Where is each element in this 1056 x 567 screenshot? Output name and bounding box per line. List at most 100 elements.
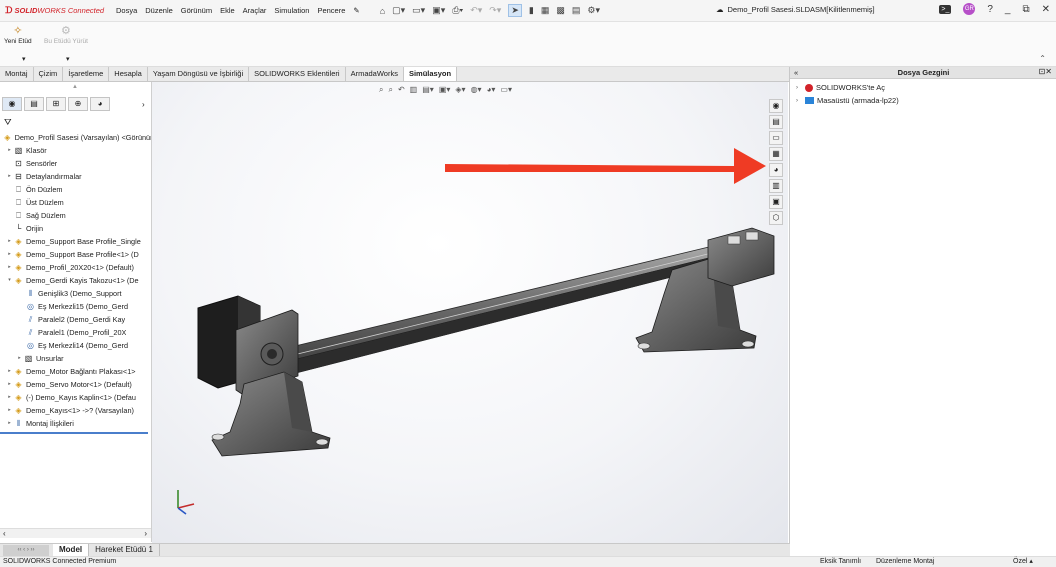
expand-icon[interactable]: ▸ [6, 248, 13, 261]
tree-item[interactable]: ▸ ⫴ Montaj İlişkileri [0, 417, 151, 430]
pin-icon[interactable]: ✎ [353, 6, 359, 15]
tab-model[interactable]: Model [53, 544, 90, 556]
minimize-icon[interactable]: _ [1005, 4, 1011, 15]
panel-collapse-icon[interactable]: ▲ [72, 84, 78, 90]
save-icon[interactable]: ▣▾ [432, 5, 445, 16]
app-logo[interactable]: ᗪ SOLID WORKS Connected [0, 5, 116, 16]
open-icon[interactable]: ▭▾ [412, 5, 425, 16]
tab-simulation[interactable]: Simülasyon [403, 67, 458, 81]
expand-icon[interactable]: › [796, 98, 802, 104]
property-manager-tab-icon[interactable]: ▤ [24, 97, 44, 111]
undo-icon[interactable]: ↶▾ [470, 5, 482, 16]
close-icon[interactable]: ✕ [1042, 4, 1050, 15]
expand-icon[interactable]: ▸ [6, 144, 13, 157]
configuration-manager-tab-icon[interactable]: ⊞ [46, 97, 66, 111]
tab-sketch[interactable]: Çizim [34, 67, 64, 81]
tab-armadaworks[interactable]: ArmadaWorks [346, 67, 404, 81]
tree-item[interactable]: ⎕ Sağ Düzlem [0, 209, 151, 222]
tree-item[interactable]: ⎕ Üst Düzlem [0, 196, 151, 209]
tab-evaluate[interactable]: Hesapla [109, 67, 148, 81]
more-tabs-icon[interactable]: › [142, 100, 145, 109]
menu-tools[interactable]: Araçlar [243, 6, 267, 15]
expand-icon[interactable]: ▸ [6, 365, 13, 378]
run-study-dropdown-icon[interactable]: ▾ [66, 55, 70, 63]
pin-icon[interactable]: ⊡✕ [1039, 67, 1052, 76]
custom-properties-icon[interactable]: ▥ [769, 179, 783, 193]
print-icon[interactable]: ⎙▾ [452, 5, 463, 16]
3d-content-icon[interactable]: ⬡ [769, 211, 783, 225]
scroll-right-icon[interactable]: › [144, 529, 147, 538]
scroll-left-icon[interactable]: ‹ [3, 529, 6, 538]
tab-addins[interactable]: SOLIDWORKS Eklentileri [249, 67, 346, 81]
gear-icon[interactable]: ⚙▾ [587, 5, 600, 16]
tree-item-mate[interactable]: ◎ Eş Merkezli14 (Demo_Gerd [0, 339, 151, 352]
terminal-icon[interactable]: >_ [939, 4, 952, 14]
forum-icon[interactable]: ▣ [769, 195, 783, 209]
tree-item[interactable]: ▸ ◈ Demo_Support Base Profile<1> (D [0, 248, 151, 261]
tree-item[interactable]: ▸ ◈ Demo_Servo Motor<1> (Default) [0, 378, 151, 391]
menu-view[interactable]: Görünüm [181, 6, 212, 15]
expand-icon[interactable]: ▸ [6, 404, 13, 417]
feature-manager-tab-icon[interactable]: ◉ [2, 97, 22, 111]
display-manager-tab-icon[interactable]: ◕ [90, 97, 110, 111]
design-library-icon[interactable]: ▤ [769, 115, 783, 129]
menu-file[interactable]: Dosya [116, 6, 137, 15]
menu-insert[interactable]: Ekle [220, 6, 235, 15]
file-explorer-item[interactable]: › Masaüstü (armada-lp22) [796, 96, 899, 105]
tab-assembly[interactable]: Montaj [0, 67, 34, 81]
horizontal-scrollbar[interactable]: ‹ › [0, 528, 151, 538]
menu-window[interactable]: Pencere [317, 6, 345, 15]
file-explorer-item[interactable]: › SOLIDWORKS'te Aç [796, 83, 885, 92]
tab-lifecycle[interactable]: Yaşam Döngüsü ve İşbirliği [148, 67, 250, 81]
restore-icon[interactable]: ⧉ [1022, 4, 1029, 15]
units-selector[interactable]: Özel ▴ [1013, 557, 1033, 567]
tree-item[interactable]: ⊡ Sensörler [0, 157, 151, 170]
tree-item[interactable]: ▸ ▧ Klasör [0, 144, 151, 157]
tree-item[interactable]: └ Orijin [0, 222, 151, 235]
tab-motion-study[interactable]: Hareket Etüdü 1 [89, 544, 160, 556]
traffic-light-icon[interactable]: ▮ [529, 5, 534, 16]
expand-icon[interactable]: ▸ [6, 261, 13, 274]
tree-item-mate[interactable]: ⫽ Paralel2 (Demo_Gerdi Kay [0, 313, 151, 326]
expand-icon[interactable]: ▸ [16, 352, 23, 365]
new-document-icon[interactable]: ▢▾ [392, 5, 405, 16]
options-icon[interactable]: ▤ [572, 5, 581, 16]
new-study-dropdown-icon[interactable]: ▾ [22, 55, 26, 63]
tree-item[interactable]: ▸ ◈ Demo_Support Base Profile_Single [0, 235, 151, 248]
tab-markup[interactable]: İşaretleme [63, 67, 110, 81]
tree-item-mate[interactable]: ⫴ Genişlik3 (Demo_Support [0, 287, 151, 300]
assembly-model[interactable] [152, 82, 788, 543]
tree-item[interactable]: ▸ ⊟ Detaylandırmalar [0, 170, 151, 183]
menu-simulation[interactable]: Simulation [274, 6, 309, 15]
menu-edit[interactable]: Düzenle [145, 6, 173, 15]
expand-icon[interactable]: › [796, 85, 802, 91]
ribbon-collapse-icon[interactable]: ⌃ [1039, 54, 1046, 63]
collapse-icon[interactable]: ▾ [6, 274, 13, 287]
run-study-button[interactable]: ⚙ Bu Etüdü Yürüt [44, 24, 88, 45]
dimxpert-tab-icon[interactable]: ⊕ [68, 97, 88, 111]
expand-icon[interactable]: ▸ [6, 417, 13, 430]
home-icon[interactable]: ⌂ [380, 6, 385, 16]
file-explorer-icon[interactable]: ▭ [769, 131, 783, 145]
tab-nav-arrows-icon[interactable]: ‹‹ ‹ › ›› [3, 544, 49, 556]
expand-icon[interactable]: ▸ [6, 170, 13, 183]
tree-item[interactable]: ▸ ◈ Demo_Profil_20X20<1> (Default) [0, 261, 151, 274]
rollback-bar[interactable] [0, 430, 148, 434]
file-props-icon[interactable]: ▦ [541, 5, 550, 16]
expand-icon[interactable]: ▸ [6, 391, 13, 404]
tree-item[interactable]: ▸ ◈ (-) Demo_Kayıs Kaplin<1> (Defau [0, 391, 151, 404]
expand-icon[interactable]: ▸ [6, 378, 13, 391]
help-icon[interactable]: ? [987, 4, 993, 15]
tree-item-mate[interactable]: ⫽ Paralel1 (Demo_Profil_20X [0, 326, 151, 339]
expand-icon[interactable]: ▸ [6, 235, 13, 248]
select-icon[interactable]: ➤ [508, 4, 522, 17]
tree-item-root[interactable]: ◈ Demo_Profil Sasesi (Varsayılan) <Görün… [0, 131, 151, 144]
rebuild-icon[interactable]: ▩ [556, 5, 565, 16]
tree-item[interactable]: ⎕ Ön Düzlem [0, 183, 151, 196]
graphics-area[interactable]: ⌕ ⌕ ↶ ▥ ▤▾ ▣▾ ◈▾ ◍▾ ◕▾ ▭▾ ◉ ▤ ▭ ▦ ◕ ▥ ▣ … [152, 82, 788, 543]
tree-item-mate[interactable]: ◎ Eş Merkezli15 (Demo_Gerd [0, 300, 151, 313]
filter-icon[interactable]: ⛛ [4, 117, 12, 128]
tree-item[interactable]: ▸ ▧ Unsurlar [0, 352, 151, 365]
new-study-button[interactable]: ✧ Yeni Etüd [4, 24, 32, 45]
tree-item[interactable]: ▾ ◈ Demo_Gerdi Kayis Takozu<1> (De [0, 274, 151, 287]
